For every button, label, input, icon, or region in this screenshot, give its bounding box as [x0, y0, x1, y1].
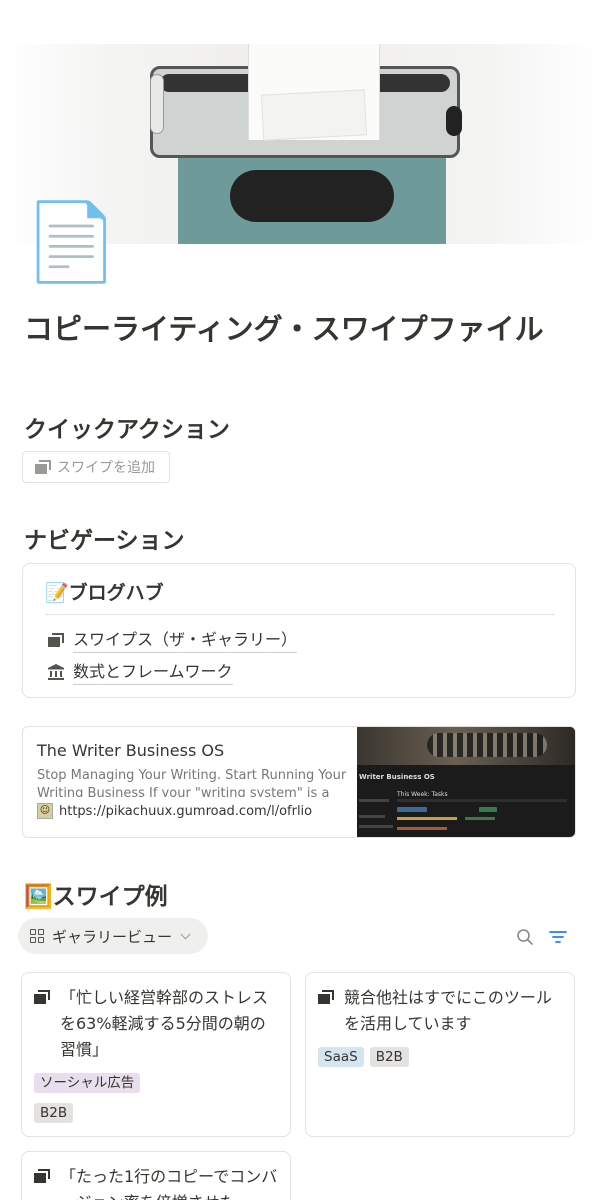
- bookmark-preview-image: Writer Business OS This Week: Tasks: [357, 727, 575, 837]
- navigation-heading: ナビゲーション: [24, 528, 185, 554]
- bookmark-title: The Writer Business OS: [37, 741, 225, 760]
- stack-icon: [47, 632, 65, 647]
- page-title[interactable]: コピーライティング・スワイプファイル: [24, 306, 544, 348]
- bookmark-description: Stop Managing Your Writing. Start Runnin…: [37, 768, 347, 797]
- preview-row: [359, 825, 393, 828]
- chevron-down-icon: [180, 929, 191, 939]
- typewriter-paper-sheet: [260, 89, 368, 141]
- navigation-callout: 📝ブログハブ スワイプス（ザ・ギャラリー） 数式とフレームワーク: [22, 563, 576, 698]
- preview-typewriter-keys: [427, 733, 547, 757]
- gallery-view-label: ギャラリービュー: [52, 927, 173, 946]
- tag-saas: SaaS: [318, 1047, 364, 1067]
- gallery-card[interactable]: 「忙しい経営幹部のストレスを63%軽減する5分間の朝の習慣」 ソーシャル広告 B…: [21, 972, 291, 1137]
- preview-tag: [479, 807, 497, 812]
- stack-icon: [34, 1168, 50, 1200]
- bank-icon: [47, 663, 65, 681]
- nav-link-formulas-frameworks[interactable]: 数式とフレームワーク: [47, 658, 233, 685]
- typewriter-knob: [446, 106, 462, 136]
- page-icon[interactable]: 📄: [24, 196, 119, 288]
- gallery-card[interactable]: 「たった1行のコピーでコンバージョン率を倍増させた: [21, 1151, 291, 1200]
- nav-link-swipes-gallery[interactable]: スワイプス（ザ・ギャラリー）: [47, 626, 298, 653]
- typewriter-keys: [230, 170, 394, 222]
- gumroad-favicon-icon: ☺: [37, 803, 53, 819]
- gallery-grid-icon: [30, 929, 44, 943]
- stack-icon: [35, 460, 51, 474]
- bookmark-url: ☺ https://pikachuux.gumroad.com/l/ofrlio: [37, 803, 312, 819]
- nav-link-label: 数式とフレームワーク: [73, 658, 233, 685]
- card-tags: ソーシャル広告 B2B: [34, 1073, 234, 1123]
- card-title: 競合他社はすでにこのツールを活用しています: [318, 985, 562, 1037]
- nav-link-label: スワイプス（ザ・ギャラリー）: [73, 626, 298, 653]
- card-tags: SaaS B2B: [318, 1047, 409, 1067]
- search-icon[interactable]: [516, 928, 534, 946]
- card-title-text: 競合他社はすでにこのツールを活用しています: [344, 988, 552, 1033]
- filter-icon[interactable]: [548, 928, 568, 946]
- preview-row: [397, 799, 567, 802]
- preview-row: [359, 799, 389, 802]
- preview-row: [465, 817, 495, 820]
- quick-actions-heading: クイックアクション: [24, 417, 230, 443]
- gallery-view-tab[interactable]: ギャラリービュー: [18, 918, 208, 954]
- preview-row: [397, 817, 457, 820]
- blog-hub-heading: 📝ブログハブ: [45, 582, 164, 604]
- gallery-card[interactable]: 競合他社はすでにこのツールを活用しています SaaS B2B: [305, 972, 575, 1137]
- add-swipe-button[interactable]: スワイプを追加: [22, 451, 170, 483]
- card-title: 「忙しい経営幹部のストレスを63%軽減する5分間の朝の習慣」: [34, 985, 278, 1063]
- divider: [45, 614, 555, 615]
- preview-tag: [397, 807, 427, 812]
- preview-row: [397, 827, 447, 830]
- typewriter-lever: [150, 74, 164, 134]
- card-title-text: 「たった1行のコピーでコンバージョン率を倍増させた: [60, 1167, 278, 1200]
- tag-b2b: B2B: [369, 1047, 409, 1067]
- add-swipe-label: スワイプを追加: [57, 460, 155, 476]
- bookmark-card[interactable]: The Writer Business OS Stop Managing You…: [22, 726, 576, 838]
- card-title-text: 「忙しい経営幹部のストレスを63%軽減する5分間の朝の習慣」: [60, 988, 269, 1059]
- bookmark-url-text: https://pikachuux.gumroad.com/l/ofrlio: [59, 803, 313, 819]
- stack-icon: [318, 989, 334, 1037]
- card-title: 「たった1行のコピーでコンバージョン率を倍増させた: [34, 1164, 278, 1200]
- stack-icon: [34, 989, 50, 1063]
- preview-row: [359, 815, 385, 818]
- tag-b2b: B2B: [34, 1103, 74, 1123]
- preview-section: This Week: Tasks: [397, 791, 448, 798]
- swipe-examples-heading: 🖼️スワイプ例: [24, 884, 168, 910]
- preview-title: Writer Business OS: [359, 773, 435, 781]
- tag-social-ads: ソーシャル広告: [34, 1073, 141, 1093]
